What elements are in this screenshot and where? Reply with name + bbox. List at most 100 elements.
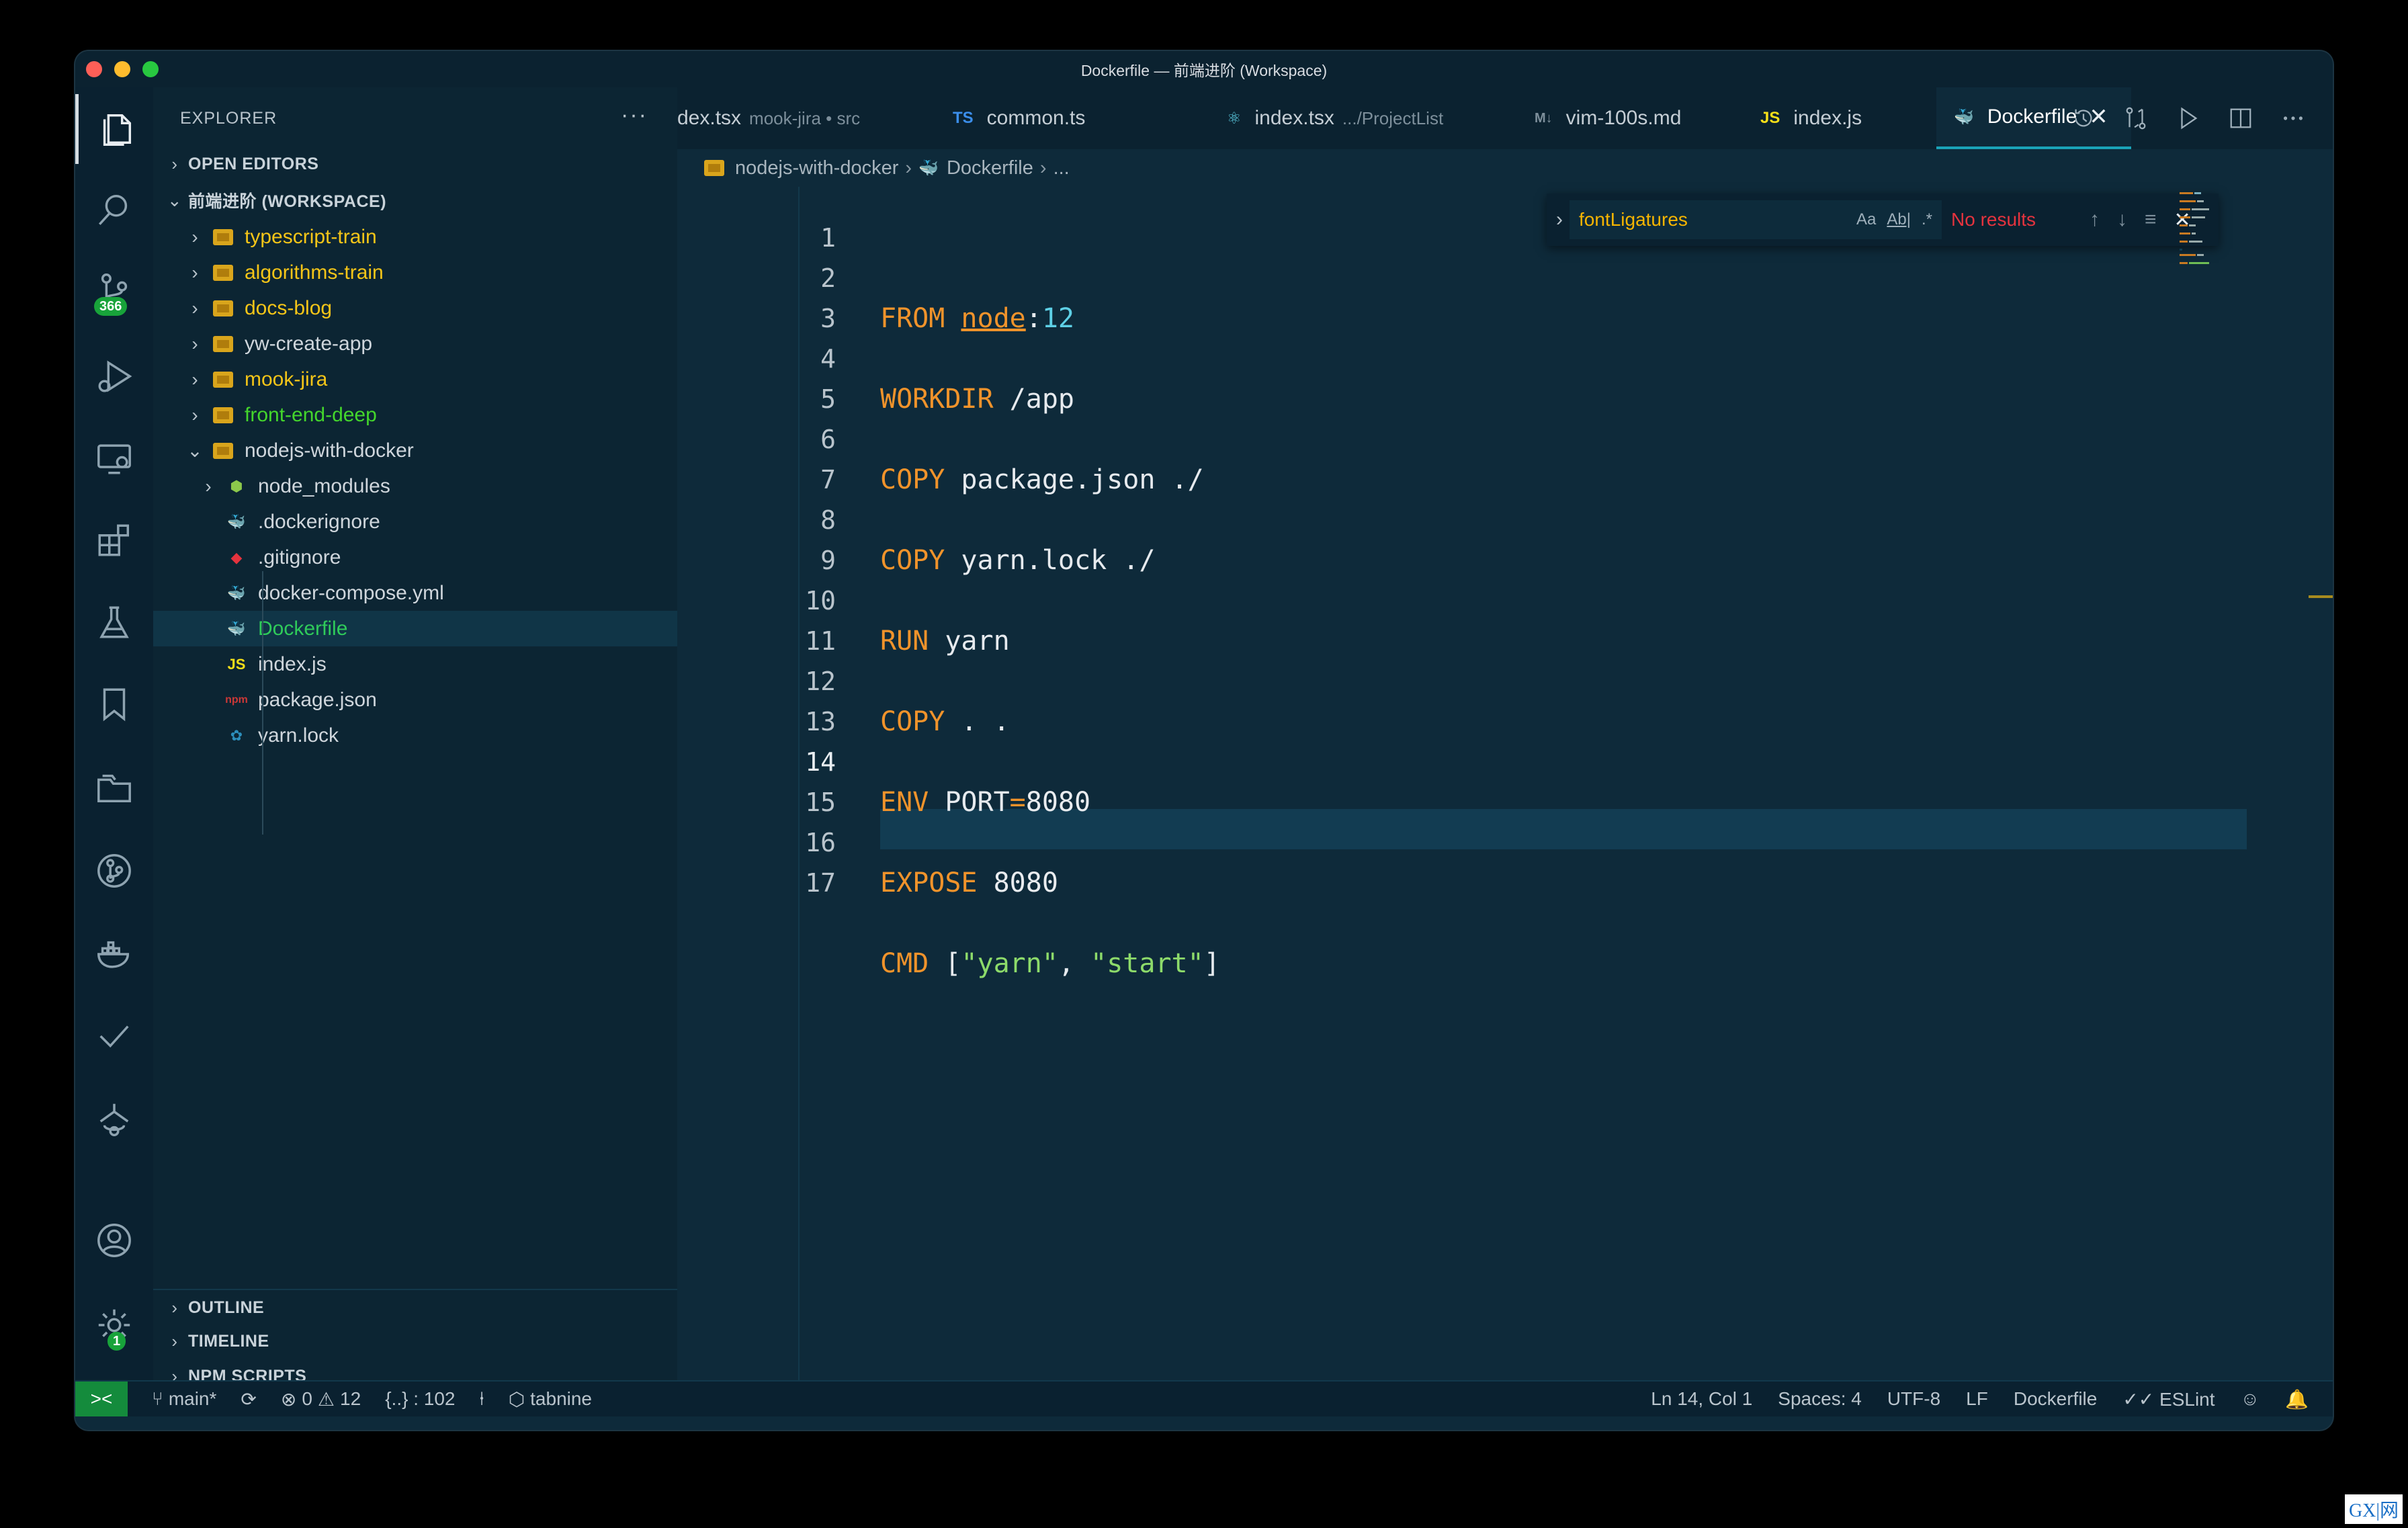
file-icon-slot	[208, 404, 238, 427]
tree-folder-mook-jira[interactable]: › mook-jira	[153, 362, 677, 397]
tab-index-tsx-mook-jira[interactable]: dex.tsx mook-jira • src	[677, 87, 926, 149]
code-line-7[interactable]: COPY yarn.lock ./	[880, 540, 1155, 581]
tree-file-index-js[interactable]: JS index.js	[153, 646, 677, 682]
commit-item[interactable]: ⍿	[480, 1388, 484, 1410]
code-line-13[interactable]: ENV PORT=8080	[880, 782, 1090, 822]
tree-folder-docs-blog[interactable]: › docs-blog	[153, 290, 677, 326]
tree-file-gitignore[interactable]: ◆ .gitignore	[153, 540, 677, 575]
tab-common-ts[interactable]: TS common.ts	[953, 87, 1154, 149]
feedback-icon[interactable]: ☺	[2241, 1388, 2260, 1410]
tree-folder-yw-create-app[interactable]: › yw-create-app	[153, 326, 677, 362]
compare-changes-icon[interactable]	[2123, 105, 2149, 131]
branch-item[interactable]: ⑂ main*	[152, 1388, 216, 1410]
explorer-sidebar: EXPLORER ··· › OPEN EDITORS ⌄ 前端进阶 (WORK…	[153, 87, 677, 1386]
project-manager-activity[interactable]	[75, 753, 153, 822]
tabnine-item[interactable]: ⬡ tabnine	[509, 1388, 592, 1410]
breadcrumb-file[interactable]: Dockerfile	[947, 157, 1033, 179]
more-icon[interactable]	[2280, 105, 2306, 131]
tree-file-yarn-lock[interactable]: ✿ yarn.lock	[153, 718, 677, 753]
arrow-up-icon[interactable]: ↑	[2090, 208, 2100, 232]
search-activity[interactable]	[75, 175, 153, 245]
tab-label: index.tsx	[1254, 107, 1334, 129]
code-line-1[interactable]: FROM node:12	[880, 298, 1074, 339]
run-debug-activity[interactable]	[75, 341, 153, 411]
notifications-icon[interactable]: 🔔	[2285, 1388, 2309, 1410]
tree-file-dockerignore[interactable]: 🐳 .dockerignore	[153, 504, 677, 540]
explorer-activity[interactable]	[75, 94, 153, 164]
tree-item-label: algorithms-train	[245, 261, 384, 284]
tab-vim-100s-md[interactable]: M↓ vim-100s.md	[1535, 87, 1736, 149]
code-line-15[interactable]: EXPOSE 8080	[880, 863, 1058, 903]
encoding[interactable]: UTF-8	[1887, 1388, 1940, 1410]
code-line-11[interactable]: COPY . .	[880, 702, 1010, 742]
check-icon	[99, 1025, 129, 1048]
editor-group: dex.tsx mook-jira • src TS common.ts ⚛ i…	[677, 87, 2333, 1380]
breadcrumb-folder[interactable]: nodejs-with-docker	[735, 157, 898, 179]
eslint-item[interactable]: ✓✓ ESLint	[2122, 1388, 2214, 1410]
testing-activity[interactable]	[75, 587, 153, 657]
split-editor-icon[interactable]	[2228, 105, 2253, 131]
language-mode[interactable]: Dockerfile	[2014, 1388, 2097, 1410]
chevron-right-icon: ›	[191, 297, 198, 319]
git-graph-activity[interactable]	[75, 836, 153, 906]
find-input-value: fontLigatures	[1579, 209, 1688, 230]
sync-button[interactable]: ⟳	[241, 1388, 256, 1410]
tree-file-dockerfile[interactable]: 🐳 Dockerfile	[153, 611, 677, 646]
extensions-icon	[98, 524, 130, 556]
cursor-position[interactable]: Ln 14, Col 1	[1651, 1388, 1752, 1410]
tree-folder-node-modules[interactable]: › ⬢ node_modules	[153, 468, 677, 504]
line-number: 8	[820, 505, 836, 535]
timeline-section[interactable]: › TIMELINE	[153, 1324, 677, 1359]
find-widget: › fontLigatures Aa Ab| .* No results ↑ ↓…	[1547, 194, 2219, 246]
tab-bar: dex.tsx mook-jira • src TS common.ts ⚛ i…	[677, 87, 2333, 149]
bookmarks-activity[interactable]	[75, 669, 153, 739]
title-bar: Dockerfile — 前端进阶 (Workspace)	[75, 51, 2333, 87]
arrow-down-icon[interactable]: ↓	[2117, 208, 2127, 232]
find-input[interactable]: fontLigatures Aa Ab| .*	[1570, 200, 1942, 239]
problems-item[interactable]: ⊗ 0 ⚠ 12	[281, 1388, 361, 1410]
gitlens-activity[interactable]	[75, 1085, 153, 1154]
extensions-activity[interactable]	[75, 505, 153, 575]
match-case-button[interactable]: Aa	[1856, 210, 1876, 229]
todo-activity[interactable]	[75, 1001, 153, 1071]
code-line-9[interactable]: RUN yarn	[880, 621, 1010, 661]
indentation[interactable]: Spaces: 4	[1778, 1388, 1862, 1410]
open-editors-section[interactable]: › OPEN EDITORS	[153, 146, 677, 181]
manage-activity[interactable]: 1	[75, 1290, 153, 1360]
end-of-line[interactable]: LF	[1966, 1388, 1988, 1410]
tree-folder-nodejs-with-docker[interactable]: ⌄ nodejs-with-docker	[153, 433, 677, 468]
tree-folder-typescript-train[interactable]: › typescript-train	[153, 219, 677, 255]
maximize-window-button[interactable]	[142, 61, 159, 77]
code-line-5[interactable]: COPY package.json ./	[880, 460, 1204, 500]
use-regex-button[interactable]: .*	[1922, 210, 1932, 229]
run-icon[interactable]	[2176, 105, 2201, 131]
remote-explorer-activity[interactable]	[75, 423, 153, 493]
minimize-window-button[interactable]	[114, 61, 130, 77]
remote-indicator-button[interactable]: ><	[75, 1382, 128, 1416]
symbols-item[interactable]: {..} : 102	[385, 1388, 455, 1410]
toggle-replace-button[interactable]: ›	[1556, 208, 1563, 231]
tree-file-docker-compose[interactable]: 🐳 docker-compose.yml	[153, 575, 677, 611]
tree-folder-front-end-deep[interactable]: › front-end-deep	[153, 397, 677, 433]
code-line-3[interactable]: WORKDIR /app	[880, 379, 1074, 419]
more-actions-button[interactable]: ···	[621, 102, 648, 128]
tabnine-icon: ⬡	[508, 1388, 525, 1410]
tree-file-package-json[interactable]: npm package.json	[153, 682, 677, 718]
breadcrumb-symbol[interactable]: ...	[1054, 157, 1070, 179]
history-icon[interactable]	[2071, 105, 2096, 131]
close-window-button[interactable]	[86, 61, 102, 77]
tree-folder-algorithms-train[interactable]: › algorithms-train	[153, 255, 677, 290]
find-in-selection-icon[interactable]: ≡	[2145, 208, 2157, 232]
match-whole-word-button[interactable]: Ab|	[1887, 210, 1911, 229]
accounts-activity[interactable]	[75, 1205, 153, 1275]
code-line-17[interactable]: CMD ["yarn", "start"]	[880, 943, 1220, 984]
docker-activity[interactable]	[75, 919, 153, 989]
javascript-icon: JS	[1760, 109, 1780, 127]
docker-file-icon: 🐳	[227, 584, 246, 601]
minimap[interactable]	[2178, 187, 2313, 993]
outline-section[interactable]: › OUTLINE	[153, 1289, 677, 1325]
source-control-activity[interactable]: 366	[75, 255, 153, 325]
tab-index-tsx-projectlist[interactable]: ⚛ index.tsx .../ProjectList	[1227, 87, 1496, 149]
workspace-section[interactable]: ⌄ 前端进阶 (WORKSPACE)	[153, 183, 677, 218]
tab-index-js[interactable]: JS index.js	[1760, 87, 1922, 149]
